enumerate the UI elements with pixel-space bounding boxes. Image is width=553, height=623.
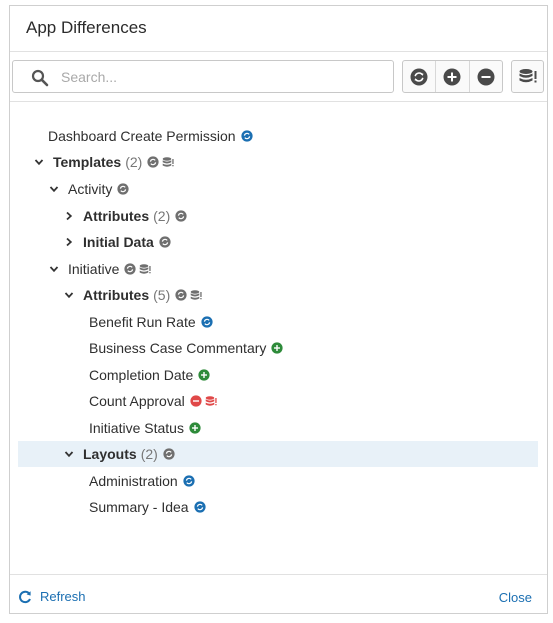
filter-modified-button[interactable] (403, 61, 437, 92)
tree-row-label: Attributes (83, 208, 150, 224)
tree-row[interactable]: Dashboard Create Permission (18, 123, 538, 149)
chevron-right-icon[interactable] (63, 236, 75, 248)
tree-row-count: (2) (153, 208, 171, 224)
tree-row-label: Count Approval (89, 393, 185, 409)
tree-row-count: (5) (153, 287, 171, 303)
tree-row-content: Business Case Commentary (18, 340, 284, 356)
close-button[interactable]: Close (499, 590, 532, 605)
data-status-icon (190, 289, 202, 301)
tree-row-content: Attributes (5) (18, 287, 202, 303)
modified-status-icon (183, 475, 195, 487)
tree-row[interactable]: Initiative (18, 256, 538, 282)
added-status-icon (198, 369, 210, 381)
dialog-header: App Differences (10, 6, 547, 52)
tree-row-label: Initial Data (83, 234, 154, 250)
tree-row-content: Initiative Status (18, 420, 201, 436)
tree-row-label: Administration (89, 473, 178, 489)
tree-row[interactable]: Activity (18, 176, 538, 202)
tree-row[interactable]: Benefit Run Rate (18, 309, 538, 335)
tree-row[interactable]: Administration (18, 468, 538, 494)
tree-row-label: Templates (53, 154, 122, 170)
refresh-icon (19, 590, 31, 603)
modified-status-icon (193, 501, 206, 513)
tree-row-content: Layouts (2) (18, 446, 175, 462)
filter-added-button[interactable] (436, 61, 470, 92)
modified-status-icon (117, 183, 129, 195)
tree-row[interactable]: Attributes (5) (18, 282, 538, 308)
tree-row-content: Count Approval (18, 393, 217, 409)
search-input[interactable] (61, 67, 381, 87)
filter-removed-button[interactable] (470, 61, 502, 92)
tree-row[interactable]: Layouts (2) (18, 441, 538, 467)
added-status-icon (271, 342, 284, 354)
tree-row-label: Attributes (83, 287, 150, 303)
app-differences-dialog: App Differences Search... Dashboard Crea… (9, 5, 548, 614)
toolbar (10, 52, 547, 102)
tree-row-count: (2) (125, 154, 143, 170)
modified-filter-icon (410, 68, 428, 85)
modified-status-icon (124, 263, 136, 275)
tree-row-label: Activity (68, 181, 113, 197)
chevron-down-icon[interactable] (48, 263, 60, 275)
chevron-down-icon[interactable] (63, 289, 75, 301)
tree-row-label: Initiative Status (89, 420, 184, 436)
tree-row-label: Benefit Run Rate (89, 314, 196, 330)
modified-status-icon (159, 236, 171, 248)
modified-status-icon (201, 316, 213, 328)
dialog-title: App Differences (26, 18, 147, 37)
tree-row[interactable]: Summary - Idea (18, 494, 538, 520)
data-filter-icon (519, 68, 536, 82)
data-status-icon (205, 395, 217, 407)
modified-status-icon (147, 156, 159, 168)
tree-row-content: Benefit Run Rate (18, 314, 213, 330)
tree-row-label: Layouts (83, 446, 137, 462)
tree-row-content: Dashboard Create Permission (18, 128, 253, 144)
tree-row[interactable]: Initiative Status (18, 415, 538, 441)
tree-row-label: Completion Date (89, 367, 194, 383)
data-status-icon (139, 263, 151, 275)
filter-data-button[interactable] (511, 60, 544, 93)
filter-button-group (402, 60, 503, 93)
removed-filter-icon (477, 68, 495, 85)
added-status-icon (189, 422, 201, 434)
tree-row-count: (2) (140, 446, 158, 462)
data-status-icon (162, 156, 174, 168)
tree-row[interactable]: Attributes (2) (18, 203, 538, 229)
chevron-down-icon[interactable] (48, 183, 60, 195)
chevron-right-icon[interactable] (63, 210, 75, 222)
tree-row-label: Summary - Idea (89, 499, 189, 515)
tree-row-content: Completion Date (18, 367, 210, 383)
tree-row-content: Summary - Idea (18, 499, 206, 515)
tree-row-content: Activity (18, 181, 129, 197)
added-filter-icon (443, 68, 461, 85)
tree-row-label: Initiative (68, 261, 120, 277)
tree-row-content: Attributes (2) (18, 208, 187, 224)
tree-row-content: Initial Data (18, 234, 171, 250)
refresh-button[interactable]: Refresh (18, 589, 86, 604)
tree-row-content: Initiative (18, 261, 151, 277)
dialog-footer: Refresh Close (10, 574, 547, 614)
tree-row[interactable]: Business Case Commentary (18, 335, 538, 361)
differences-tree: Dashboard Create Permission Templates (2) A… (10, 102, 547, 572)
tree-row[interactable]: Templates (2) (18, 149, 538, 175)
tree-row[interactable]: Initial Data (18, 229, 538, 255)
search-box[interactable] (12, 60, 394, 93)
modified-status-icon (240, 130, 253, 142)
tree-row-content: Templates (2) (18, 154, 174, 170)
removed-status-icon (190, 395, 202, 407)
modified-status-icon (175, 210, 187, 222)
modified-status-icon (163, 448, 175, 460)
chevron-down-icon[interactable] (63, 448, 75, 460)
tree-row-label: Dashboard Create Permission (48, 128, 236, 144)
refresh-label: Refresh (40, 589, 86, 604)
chevron-down-icon[interactable] (33, 156, 45, 168)
tree-row[interactable]: Completion Date (18, 362, 538, 388)
tree-row-content: Administration (18, 473, 195, 489)
search-icon (31, 69, 49, 87)
modified-status-icon (175, 289, 187, 301)
tree-row-label: Business Case Commentary (89, 340, 267, 356)
tree-row[interactable]: Count Approval (18, 388, 538, 414)
